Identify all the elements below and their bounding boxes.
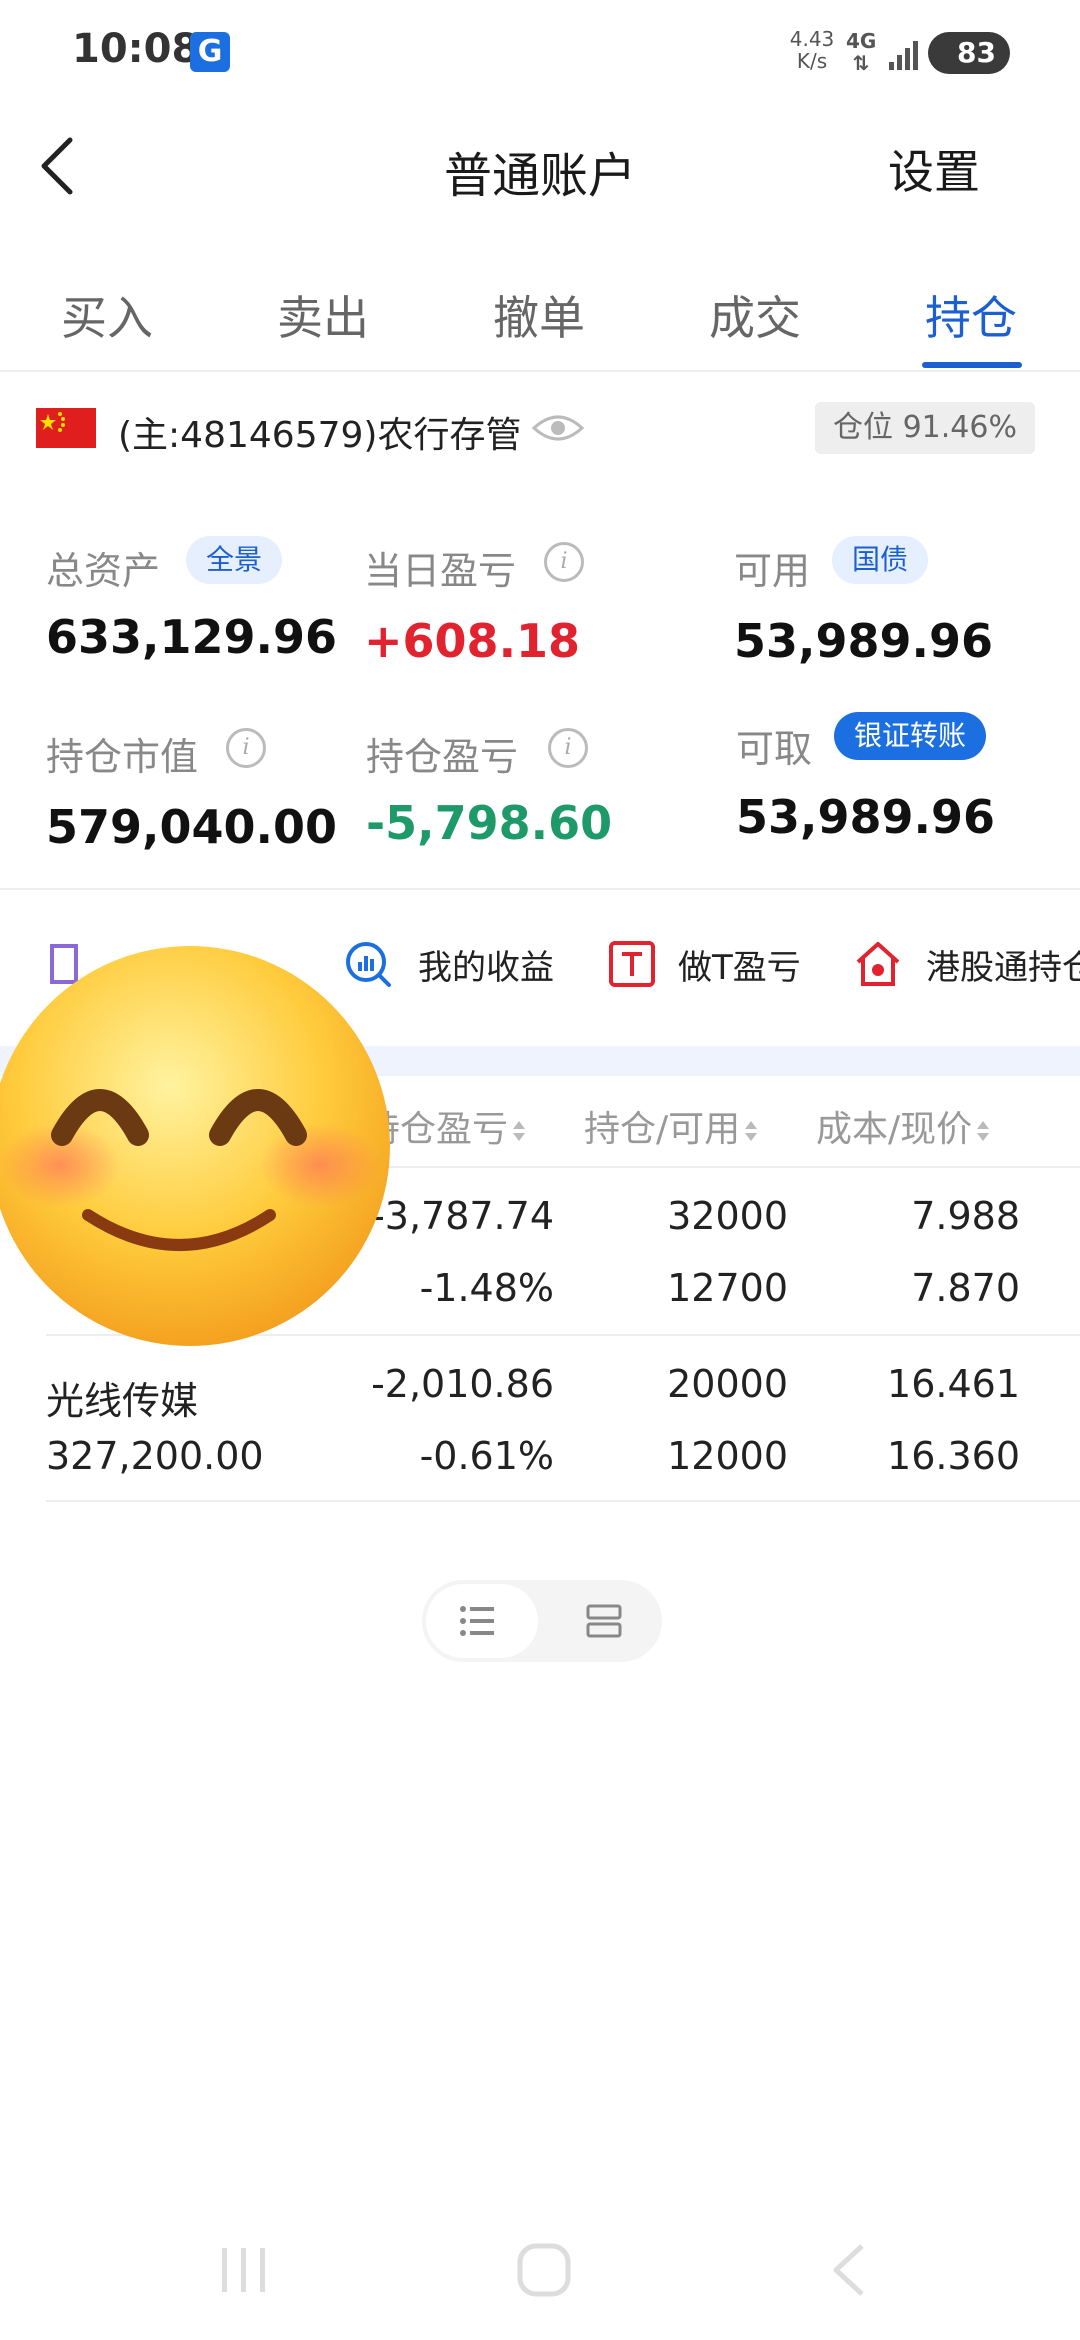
tab-positions[interactable]: 持仓 — [896, 282, 1046, 348]
bond-pill-button[interactable]: 国债 — [832, 536, 929, 584]
sort-icon — [513, 1121, 526, 1141]
list-view-icon[interactable] — [458, 1604, 498, 1638]
row-price: 16.360 — [887, 1434, 1020, 1478]
sort-icon — [977, 1121, 990, 1141]
back-nav-icon[interactable] — [820, 2240, 880, 2300]
status-time: 10:08 — [72, 26, 200, 72]
market-value-value: 579,040.00 — [46, 800, 338, 854]
network-speed: 4.43 K/s — [784, 28, 840, 72]
active-tab-indicator — [922, 362, 1022, 368]
withdrawable-value: 53,989.96 — [736, 790, 995, 844]
daily-pnl-label: 当日盈亏 — [364, 549, 517, 593]
available-label: 可用 — [734, 549, 811, 593]
trade-tabs: 买入 卖出 撤单 成交 持仓 — [0, 262, 1080, 372]
my-earnings-link[interactable]: 我的收益 — [418, 940, 554, 989]
eye-icon[interactable] — [532, 408, 584, 448]
network-type: 4G ⇅ — [846, 30, 876, 74]
position-pnl-label: 持仓盈亏 — [366, 735, 519, 779]
info-icon[interactable]: i — [548, 728, 588, 768]
info-icon[interactable]: i — [226, 728, 266, 768]
t-trade-pnl-link[interactable]: 做T盈亏 — [678, 940, 801, 989]
battery-indicator: 83 — [928, 32, 1010, 74]
smiling-face-emoji-icon — [0, 946, 390, 1346]
speed-value: 4.43 — [789, 27, 835, 51]
col-header-cost[interactable]: 成本/现价 — [816, 1100, 990, 1152]
tab-cancel[interactable]: 撤单 — [464, 282, 614, 348]
recent-apps-icon[interactable] — [214, 2240, 274, 2300]
row-pnl-pct: -0.61% — [419, 1434, 554, 1478]
row-available: 12000 — [667, 1434, 788, 1478]
speed-unit: K/s — [796, 49, 828, 73]
daily-pnl-value: +608.18 — [364, 614, 581, 668]
data-arrows-icon: ⇅ — [852, 51, 870, 75]
row-available: 12700 — [667, 1266, 788, 1310]
row-cost: 7.988 — [911, 1194, 1020, 1238]
t-box-icon[interactable] — [608, 940, 656, 988]
position-ratio-badge: 仓位 91.46% — [815, 402, 1035, 454]
available-value: 53,989.96 — [734, 614, 993, 668]
china-flag-icon — [36, 408, 96, 448]
market-value-label: 持仓市值 — [46, 735, 199, 779]
withdrawable-label: 可取 — [736, 727, 813, 771]
tab-sell[interactable]: 卖出 — [248, 282, 398, 348]
network-label: 4G — [846, 29, 877, 53]
sort-icon — [745, 1121, 758, 1141]
row-holding: 32000 — [667, 1194, 788, 1238]
hk-connect-positions-link[interactable]: 港股通持仓 — [926, 940, 1080, 989]
tab-deals[interactable]: 成交 — [680, 282, 830, 348]
col-header-holding[interactable]: 持仓/可用 — [584, 1100, 758, 1152]
row-stock-name: 光线传媒 — [46, 1379, 199, 1423]
row-pnl: -2,010.86 — [371, 1362, 554, 1406]
info-icon[interactable]: i — [544, 542, 584, 582]
tab-buy[interactable]: 买入 — [32, 282, 182, 348]
total-assets-label: 总资产 — [46, 549, 161, 593]
home-icon[interactable] — [514, 2240, 574, 2300]
row-market-value: 327,200.00 — [46, 1434, 264, 1478]
card-view-icon[interactable] — [584, 1604, 624, 1638]
settings-button[interactable]: 设置 — [888, 136, 980, 202]
section-divider — [0, 888, 1080, 890]
row-divider — [46, 1500, 1080, 1502]
row-price: 7.870 — [911, 1266, 1020, 1310]
overview-pill-button[interactable]: 全景 — [186, 536, 283, 584]
col-header-cost-label: 成本/现价 — [816, 1109, 973, 1150]
signal-icon — [889, 41, 918, 70]
status-bar: 10:08 G 4.43 K/s 4G ⇅ 83 — [0, 0, 1080, 100]
col-header-holding-label: 持仓/可用 — [584, 1109, 741, 1150]
account-label[interactable]: (主:48146579)农行存管 — [118, 406, 521, 458]
position-pnl-value: -5,798.60 — [366, 796, 613, 850]
row-holding: 20000 — [667, 1362, 788, 1406]
app-badge-icon: G — [190, 32, 230, 72]
row-cost: 16.461 — [887, 1362, 1020, 1406]
hk-house-icon[interactable] — [854, 940, 902, 988]
battery-level: 83 — [957, 36, 996, 69]
bank-transfer-button[interactable]: 银证转账 — [834, 712, 987, 760]
total-assets-value: 633,129.96 — [46, 610, 338, 664]
